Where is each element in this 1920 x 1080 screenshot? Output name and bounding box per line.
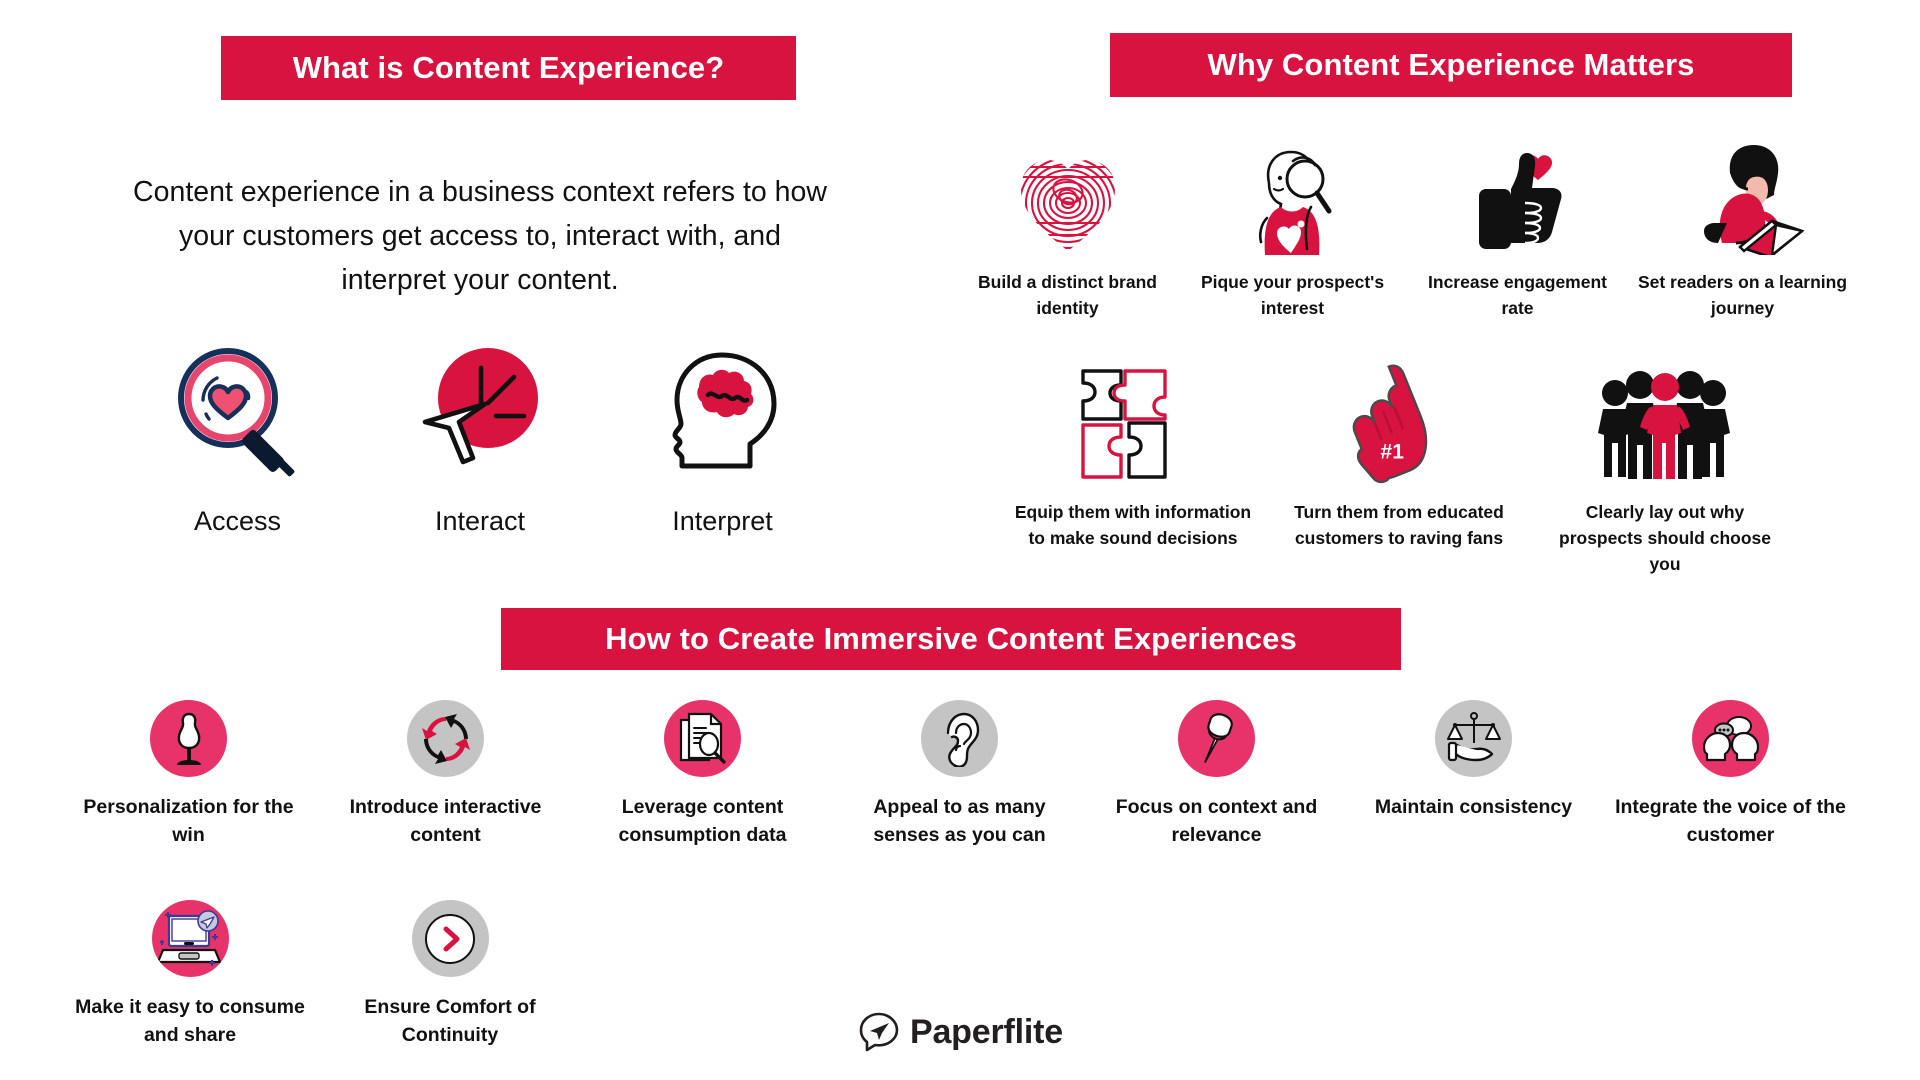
how-item-consistency: Maintain consistency	[1345, 700, 1602, 849]
document-magnifier-icon	[664, 700, 741, 777]
why-item-label: Clearly lay out why prospects should cho…	[1559, 502, 1771, 574]
how-item-context-relevance: Focus on context and relevance	[1088, 700, 1345, 849]
why-item-brand-identity: Build a distinct brand identity	[955, 140, 1180, 321]
infographic-canvas: What is Content Experience? Content expe…	[0, 0, 1920, 1080]
puzzle-pieces-icon	[1073, 345, 1193, 485]
why-item-engagement-rate: Increase engagement rate	[1405, 140, 1630, 321]
ear-icon	[921, 700, 998, 777]
what-item-interact: Interact	[373, 330, 588, 537]
how-item-label: Integrate the voice of the customer	[1615, 796, 1846, 846]
why-item-learning-journey: Set readers on a learning journey	[1630, 140, 1855, 321]
how-item-personalization: Personalization for the win	[60, 700, 317, 849]
why-items-row-2: Equip them with information to make soun…	[1000, 345, 1800, 577]
how-item-label: Introduce interactive content	[349, 796, 542, 846]
fingerprint-heart-icon	[1013, 140, 1123, 255]
how-item-label: Ensure Comfort of Continuity	[364, 996, 536, 1046]
person-magnifier-icon	[1233, 140, 1353, 255]
why-item-label: Turn them from educated customers to rav…	[1294, 502, 1504, 548]
cycle-arrows-icon	[407, 700, 484, 777]
mannequin-icon	[150, 700, 227, 777]
balance-scale-hand-icon	[1435, 700, 1512, 777]
paperflite-wordmark: Paperflite	[910, 1012, 1063, 1051]
laptop-share-icon	[151, 900, 229, 977]
how-item-label: Make it easy to consume and share	[75, 996, 305, 1046]
section-header-what: What is Content Experience?	[221, 36, 796, 100]
what-items: Access Interact Interpret	[130, 330, 830, 537]
svg-text:#1: #1	[1381, 440, 1405, 463]
why-item-label: Set readers on a learning journey	[1637, 272, 1848, 318]
how-items-row-2: Make it easy to consume and share Ensure…	[60, 900, 580, 1049]
how-item-label: Appeal to as many senses as you can	[873, 796, 1046, 846]
what-item-access: Access	[130, 330, 345, 537]
how-item-comfort-continuity: Ensure Comfort of Continuity	[320, 900, 580, 1049]
section-header-how: How to Create Immersive Content Experien…	[501, 608, 1401, 670]
what-item-label: Interact	[434, 506, 526, 536]
what-item-label: Interpret	[672, 506, 773, 536]
head-brain-icon	[655, 330, 790, 480]
chevron-right-circle-icon	[411, 900, 489, 977]
why-item-raving-fans: #1 Turn them from educated customers to …	[1266, 345, 1532, 577]
how-item-label: Personalization for the win	[83, 796, 294, 846]
why-item-label: Equip them with information to make soun…	[1014, 502, 1252, 548]
pushpin-icon	[1178, 700, 1255, 777]
how-item-senses: Appeal to as many senses as you can	[831, 700, 1088, 849]
how-item-voice-of-customer: Integrate the voice of the customer	[1602, 700, 1859, 849]
how-item-consumption-data: Leverage content consumption data	[574, 700, 831, 849]
what-item-interpret: Interpret	[615, 330, 830, 537]
how-item-interactive-content: Introduce interactive content	[317, 700, 574, 849]
what-item-label: Access	[193, 506, 282, 536]
magnifier-heart-icon	[170, 330, 305, 480]
reader-book-icon	[1678, 140, 1808, 255]
cursor-click-icon	[413, 330, 548, 480]
how-item-label: Focus on context and relevance	[1115, 796, 1318, 846]
why-item-choose-you: Clearly lay out why prospects should cho…	[1532, 345, 1798, 577]
section-header-why: Why Content Experience Matters	[1110, 33, 1792, 97]
why-item-sound-decisions: Equip them with information to make soun…	[1000, 345, 1266, 577]
two-heads-speech-icon	[1692, 700, 1769, 777]
crowd-people-icon	[1595, 345, 1735, 485]
paperflite-speech-plane-icon	[858, 1011, 900, 1053]
why-item-label: Increase engagement rate	[1428, 272, 1607, 318]
why-item-label: Build a distinct brand identity	[978, 272, 1157, 318]
how-item-easy-to-consume: Make it easy to consume and share	[60, 900, 320, 1049]
thumbs-up-heart-icon	[1463, 140, 1573, 255]
why-items-row-1: Build a distinct brand identity Pique yo…	[955, 140, 1855, 321]
how-items-row-1: Personalization for the win Introduce in…	[60, 700, 1860, 849]
why-item-prospect-interest: Pique your prospect's interest	[1180, 140, 1405, 321]
how-item-label: Maintain consistency	[1374, 796, 1573, 818]
what-description: Content experience in a business context…	[133, 176, 827, 296]
paperflite-logo: Paperflite	[858, 1011, 1063, 1053]
foam-finger-icon: #1	[1339, 345, 1459, 485]
why-item-label: Pique your prospect's interest	[1200, 272, 1385, 318]
how-item-label: Leverage content consumption data	[618, 796, 787, 846]
